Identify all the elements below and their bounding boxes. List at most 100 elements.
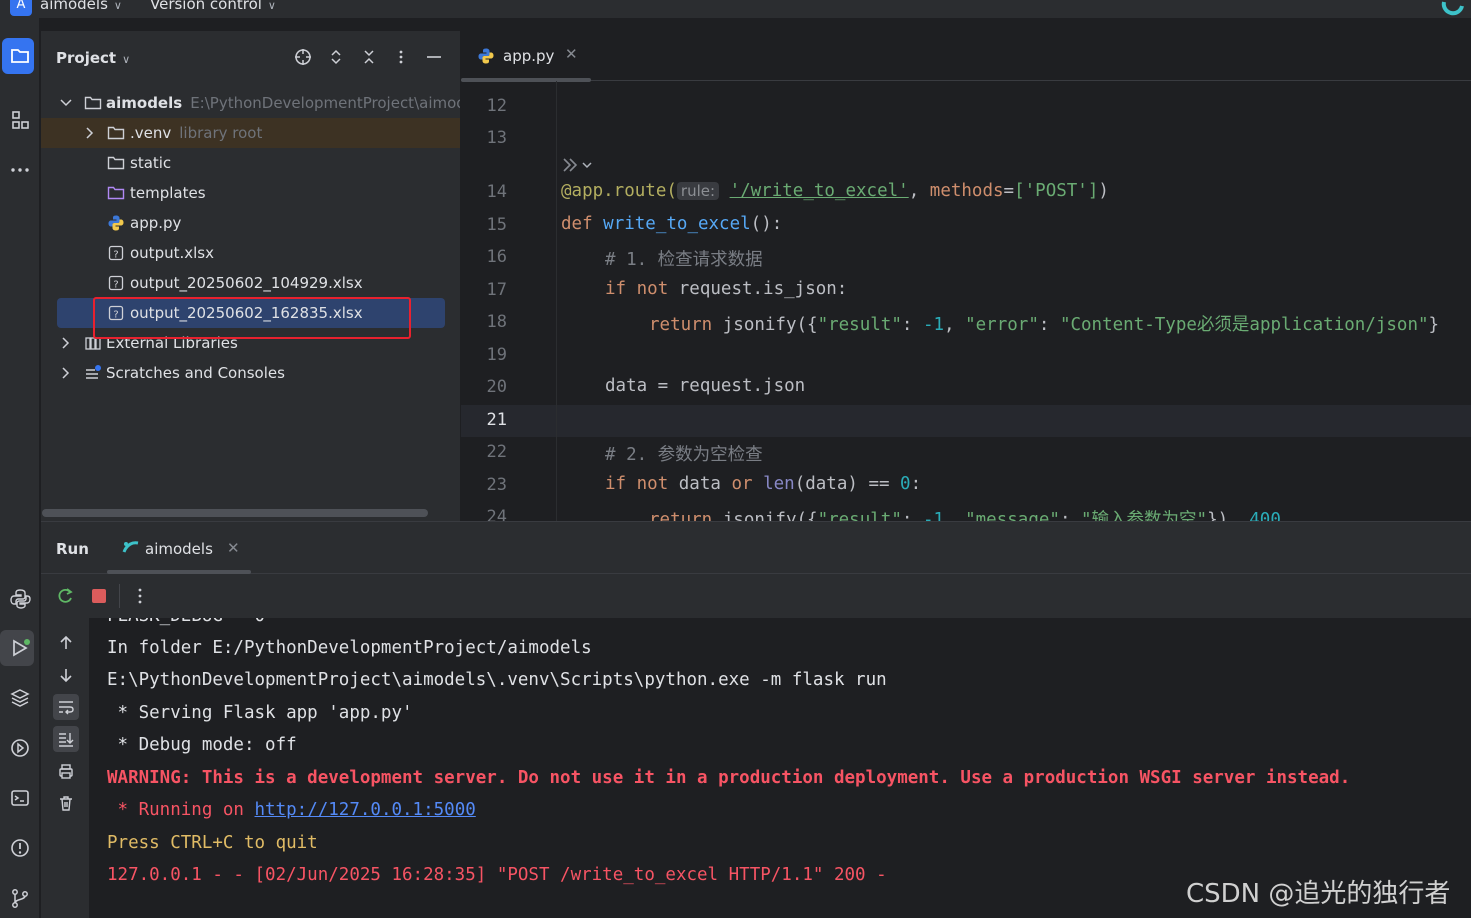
structure-tool-button[interactable]	[0, 102, 40, 138]
chevron-down-icon: ∨	[122, 53, 131, 66]
code-line-24: return jsonify({"result": -1, "message":…	[649, 510, 1281, 521]
console-warning-line: WARNING: This is a development server. D…	[107, 768, 1351, 788]
tree-item-output-104929[interactable]: ? output_20250602_104929.xlsx	[41, 268, 460, 298]
tab-app-py[interactable]: app.py ✕	[461, 31, 591, 82]
run-tab-label: aimodels	[145, 540, 213, 558]
line-number: 15	[486, 215, 507, 235]
line-number: 24	[486, 507, 507, 521]
server-url-link[interactable]: http://127.0.0.1:5000	[255, 800, 476, 820]
tab-label: app.py	[503, 47, 555, 65]
locate-file-button[interactable]	[291, 45, 315, 69]
line-number: 23	[486, 475, 507, 495]
close-icon[interactable]: ✕	[565, 45, 578, 63]
code-line-22: # 2. 参数为空检查	[605, 445, 763, 465]
structure-icon	[12, 111, 29, 129]
soft-wrap-toggle[interactable]	[53, 694, 79, 720]
git-branch-icon	[12, 889, 28, 908]
tree-item-label: static	[130, 154, 172, 172]
endpoints-gutter-icon[interactable]	[561, 155, 595, 175]
tree-item-app-py[interactable]: app.py	[41, 208, 460, 238]
flask-run-config-icon	[122, 541, 139, 553]
ide-logo-icon[interactable]	[1440, 0, 1466, 18]
stop-icon[interactable]	[90, 587, 108, 605]
tree-item-venv[interactable]: .venv library root	[41, 118, 460, 148]
more-vertical-icon	[399, 50, 403, 64]
console-line: FLASK_DEBUG = 0	[107, 618, 265, 626]
rerun-icon[interactable]	[55, 586, 75, 606]
layers-tool-button[interactable]	[0, 680, 40, 716]
run-panel: Run aimodels ✕ FLASK_DEBUG = 0 In folder…	[41, 521, 1471, 918]
console-line: * Debug mode: off	[107, 735, 297, 755]
run-tool-button[interactable]	[0, 630, 40, 666]
tree-item-output-xlsx[interactable]: ? output.xlsx	[41, 238, 460, 268]
scroll-down-button[interactable]	[53, 662, 79, 688]
collapse-all-button[interactable]	[357, 45, 381, 69]
python-icon	[10, 589, 31, 609]
scroll-to-end-icon	[59, 733, 74, 747]
project-tool-button[interactable]	[0, 38, 40, 74]
unknown-file-icon: ?	[108, 245, 124, 261]
trash-icon	[60, 796, 72, 811]
vcs-menu-label: Version control	[150, 0, 262, 13]
scratches-icon	[86, 365, 101, 379]
layers-icon	[10, 689, 30, 707]
arrow-up-icon	[60, 635, 72, 649]
console-line: In folder E:/PythonDevelopmentProject/ai…	[107, 638, 592, 658]
code-editor[interactable]: app.py ✕ 12 13 14 15 16 17 18 19 20 21 2…	[461, 31, 1471, 521]
project-view-selector[interactable]: Project ∨	[56, 49, 130, 67]
chevron-down-icon: ∨	[113, 0, 122, 12]
active-tab-indicator	[461, 78, 591, 82]
code-line-16: # 1. 检查请求数据	[605, 250, 763, 270]
svg-text:?: ?	[113, 250, 118, 261]
scroll-to-end-toggle[interactable]	[53, 726, 79, 752]
tool-window-strip	[0, 18, 40, 918]
console-line: E:\PythonDevelopmentProject\aimodels\.ve…	[107, 670, 887, 690]
run-tab-aimodels[interactable]: aimodels ✕	[107, 522, 251, 574]
arrow-down-icon	[60, 669, 72, 683]
terminal-tool-button[interactable]	[0, 780, 40, 816]
tree-item-templates[interactable]: templates	[41, 178, 460, 208]
services-tool-button[interactable]	[0, 730, 40, 766]
python-console-button[interactable]	[0, 580, 40, 616]
project-badge[interactable]: A	[10, 0, 32, 16]
console-running-line: * Running on http://127.0.0.1:5000	[107, 800, 476, 820]
crosshair-icon	[295, 49, 311, 65]
tree-item-aimodels[interactable]: aimodels E:\PythonDevelopmentProject\aimo…	[41, 88, 460, 118]
code-line-15: def write_to_excel():	[561, 214, 783, 234]
run-icon	[13, 639, 30, 657]
hide-panel-button[interactable]	[422, 45, 446, 69]
code-line-14: @app.route(rule: '/write_to_excel', meth…	[561, 181, 1109, 201]
folder-icon	[107, 156, 125, 170]
expand-all-button[interactable]	[324, 45, 348, 69]
run-panel-header: Run aimodels ✕	[41, 522, 1471, 574]
problems-icon	[11, 839, 29, 857]
options-button[interactable]	[389, 45, 413, 69]
close-icon[interactable]: ✕	[227, 539, 240, 557]
code-line-18: return jsonify({"result": -1, "error": "…	[649, 315, 1440, 335]
git-tool-button[interactable]	[0, 880, 40, 916]
run-panel-title: Run	[56, 540, 89, 558]
project-switcher[interactable]: aimodels ∨	[40, 0, 122, 13]
chevron-down-icon: ∨	[267, 0, 276, 12]
scroll-up-button[interactable]	[53, 630, 79, 656]
vcs-menu[interactable]: Version control ∨	[150, 0, 276, 13]
soft-wrap-icon	[59, 701, 74, 715]
more-vertical-icon[interactable]	[131, 586, 149, 606]
code-line-17: if not request.is_json:	[605, 279, 848, 299]
tree-item-static[interactable]: static	[41, 148, 460, 178]
tree-item-label: .venv library root	[130, 124, 263, 142]
terminal-icon	[11, 790, 29, 806]
print-button[interactable]	[53, 758, 79, 784]
current-line-highlight	[461, 405, 1471, 437]
run-side-toolbar	[41, 618, 89, 918]
chevron-right-icon	[62, 367, 70, 379]
printer-icon	[59, 764, 73, 779]
project-panel-title: Project	[56, 49, 117, 67]
console-request-log-line: 127.0.0.1 - - [02/Jun/2025 16:28:35] "PO…	[107, 865, 887, 885]
more-tools-button[interactable]	[0, 152, 40, 188]
tree-item-scratches[interactable]: Scratches and Consoles	[41, 358, 460, 388]
problems-tool-button[interactable]	[0, 830, 40, 866]
more-horizontal-icon	[11, 168, 29, 172]
horizontal-scrollbar[interactable]	[42, 509, 428, 517]
clear-all-button[interactable]	[53, 790, 79, 816]
